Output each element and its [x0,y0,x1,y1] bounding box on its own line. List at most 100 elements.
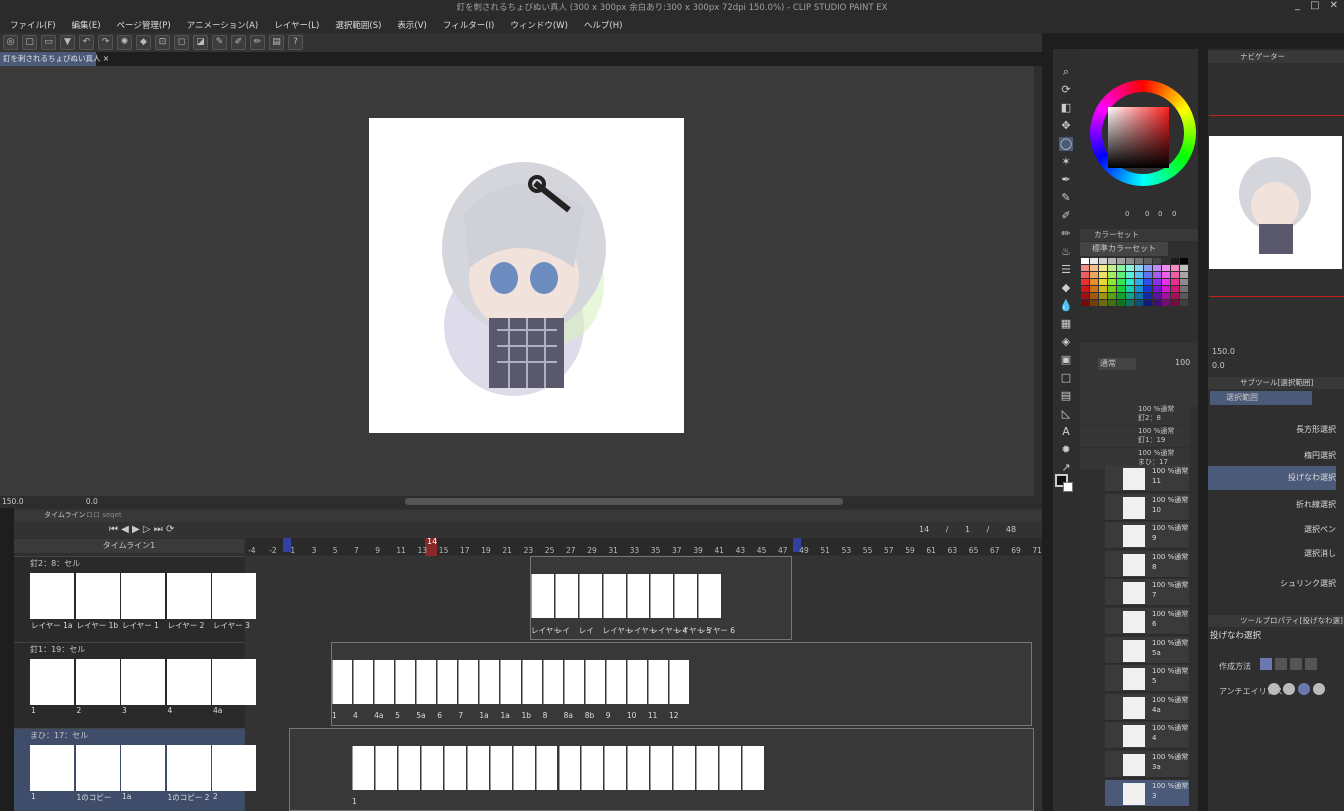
palette-swatch[interactable] [1135,293,1143,299]
layer-row[interactable]: 100 %通常 5a [1105,636,1189,664]
palette-swatch[interactable] [1180,300,1188,306]
palette-swatch[interactable] [1126,286,1134,292]
timeline-cell[interactable] [397,746,420,790]
help-icon[interactable]: ? [288,35,303,50]
pen-icon[interactable]: ✎ [212,35,227,50]
palette-swatch[interactable] [1144,265,1152,271]
timeline-cell[interactable] [479,660,500,704]
palette-swatch[interactable] [1153,279,1161,285]
subtool-item[interactable]: 折れ線選択 [1208,493,1336,517]
subtool-group[interactable]: 選択範囲 [1210,391,1312,405]
cell-thumbnail[interactable] [30,659,74,705]
menu-animation[interactable]: アニメーション(A) [187,19,259,31]
timeline-cell[interactable] [374,746,397,790]
subtool-item[interactable]: シュリンク選択 [1208,572,1336,596]
palette-swatch[interactable] [1162,265,1170,271]
close-button[interactable]: ✕ [1330,0,1338,16]
blend-icon[interactable]: 💧 [1059,299,1073,313]
timeline-cell[interactable] [531,574,554,618]
brush-icon[interactable]: ✏ [250,35,265,50]
timeline-cell[interactable] [500,660,521,704]
timeline-cell[interactable] [668,660,689,704]
timeline-selector[interactable]: タイムライン1 [14,539,244,553]
timeline-cell[interactable] [352,746,374,790]
timeline-tab[interactable]: タイムライン [44,510,86,520]
layer-folder[interactable]: 100 %通常 釘2：8 [1080,404,1190,425]
palette-swatch[interactable] [1108,279,1116,285]
palette-swatch[interactable] [1135,265,1143,271]
palette-swatch[interactable] [1162,286,1170,292]
palette-swatch[interactable] [1108,286,1116,292]
frame-icon[interactable]: ▦ [1059,317,1073,331]
palette-swatch[interactable] [1117,293,1125,299]
palette-swatch[interactable] [1081,279,1089,285]
palette-swatch[interactable] [1153,272,1161,278]
palette-swatch[interactable] [1126,258,1134,264]
timeline-cell[interactable] [602,574,626,618]
palette-swatch[interactable] [1090,300,1098,306]
undo-icon[interactable]: ↶ [79,35,94,50]
palette-swatch[interactable] [1099,272,1107,278]
palette-swatch[interactable] [1090,286,1098,292]
palette-swatch[interactable] [1180,286,1188,292]
angle-value[interactable]: 0.0 [86,497,98,506]
palette-swatch[interactable] [1171,272,1179,278]
palette-swatch[interactable] [1180,293,1188,299]
rotate-icon[interactable]: ⟳ [1059,83,1073,97]
add-selection-icon[interactable] [1275,658,1287,670]
cell-thumbnail[interactable] [212,659,256,705]
cell-thumbnail[interactable] [75,659,120,705]
palette-swatch[interactable] [1081,272,1089,278]
palette-swatch[interactable] [1117,272,1125,278]
cell-thumbnail[interactable] [30,573,74,619]
new-selection-icon[interactable] [1260,658,1272,670]
timeline-cell[interactable] [673,746,696,790]
color-palette[interactable] [1081,258,1189,308]
palette-swatch[interactable] [1171,265,1179,271]
layer-row[interactable]: 100 %通常 9 [1105,522,1189,550]
palette-swatch[interactable] [1081,258,1089,264]
palette-swatch[interactable] [1108,258,1116,264]
timeline-cell[interactable] [719,746,742,790]
open-file-icon[interactable]: ▭ [41,35,56,50]
aa-strong-icon[interactable] [1313,683,1325,695]
subtool-item[interactable]: 楕円選択 [1208,444,1336,468]
gradient-icon[interactable]: ▣ [1059,353,1073,367]
layout-icon[interactable]: ▤ [269,35,284,50]
palette-swatch[interactable] [1144,293,1152,299]
palette-swatch[interactable] [1108,293,1116,299]
timeline-cell[interactable] [578,574,602,618]
aa-none-icon[interactable] [1268,683,1280,695]
cell-thumbnail[interactable] [75,573,120,619]
palette-swatch[interactable] [1126,300,1134,306]
pen-tool-icon[interactable]: ✎ [1059,191,1073,205]
balloon-icon[interactable]: ✹ [1059,443,1073,457]
app-icon[interactable]: ◎ [3,35,18,50]
palette-swatch[interactable] [1144,272,1152,278]
subtool-item[interactable]: 選択ペン [1208,518,1336,542]
timeline-cell[interactable] [650,574,674,618]
layer-row[interactable]: 100 %通常 7 [1105,579,1189,607]
palette-swatch[interactable] [1180,272,1188,278]
timeline-cell[interactable] [696,746,719,790]
timeline-cell[interactable] [512,746,535,790]
timeline-cell[interactable] [581,746,604,790]
cell-thumbnail[interactable] [166,573,211,619]
palette-swatch[interactable] [1126,265,1134,271]
intersect-selection-icon[interactable] [1305,658,1317,670]
timeline-cell[interactable] [521,660,542,704]
palette-swatch[interactable] [1108,272,1116,278]
palette-swatch[interactable] [1126,293,1134,299]
timeline-cell[interactable] [443,746,466,790]
palette-swatch[interactable] [1081,265,1089,271]
layer-row[interactable]: 100 %通常 3 [1105,779,1189,807]
palette-swatch[interactable] [1144,258,1152,264]
eraser-icon[interactable]: ◆ [1059,281,1073,295]
cell-thumbnail[interactable] [166,745,211,791]
timeline-cell[interactable] [674,574,698,618]
menu-layer[interactable]: レイヤー(L) [274,19,319,31]
timeline-tab-2[interactable]: ロロ seqet [86,510,122,520]
menu-file[interactable]: ファイル(F) [10,19,56,31]
palette-swatch[interactable] [1090,258,1098,264]
palette-swatch[interactable] [1081,293,1089,299]
